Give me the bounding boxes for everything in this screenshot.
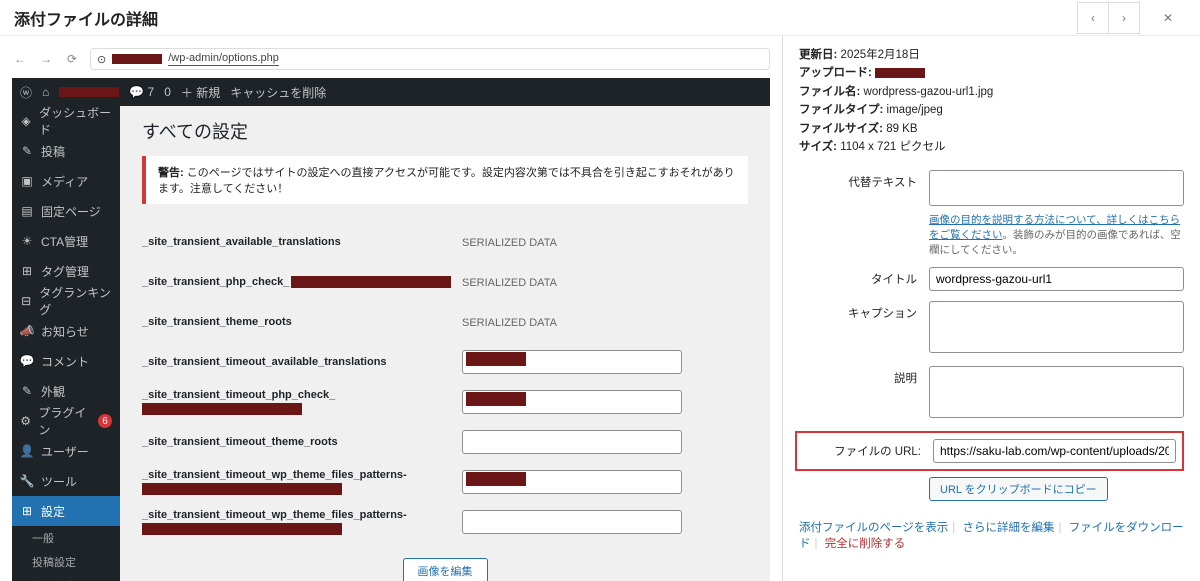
forward-icon[interactable]: → <box>38 52 54 66</box>
alt-hint: 画像の目的を説明する方法について、詳しくはこちらをご覧ください。装飾のみが目的の… <box>929 212 1184 257</box>
title-input[interactable] <box>929 267 1184 291</box>
site-info-icon: ⊙ <box>97 53 106 66</box>
page-title: すべての設定 <box>142 118 748 144</box>
cache-link[interactable]: キャッシュを削除 <box>230 84 326 101</box>
serialized-text: SERIALIZED DATA <box>462 237 557 249</box>
url-box[interactable]: ⊙ /wp-admin/options.php <box>90 48 770 70</box>
bulb-icon: ☀ <box>20 234 34 248</box>
warning-notice: 警告: このページではサイトの設定への直接アクセスが可能です。設定内容次第では不… <box>142 156 748 204</box>
pin-icon: ✎ <box>20 144 34 158</box>
new-link[interactable]: ＋ 新規 <box>181 84 220 101</box>
delete-link[interactable]: 完全に削除する <box>825 538 906 550</box>
option-label: _site_transient_timeout_php_check_ <box>142 389 462 415</box>
sidebar-item-tags[interactable]: ⊞タグ管理 <box>12 256 120 286</box>
tag-icon: ⊞ <box>20 264 34 278</box>
file-url-input[interactable] <box>933 439 1176 463</box>
sidebar-item-pages[interactable]: ▤固定ページ <box>12 196 120 226</box>
attachment-preview: ← → ⟳ ⊙ /wp-admin/options.php ⓦ ⌂ 💬 7 0 … <box>0 36 783 581</box>
option-row: _site_transient_timeout_theme_roots <box>142 422 748 462</box>
sidebar-item-tools[interactable]: 🔧ツール <box>12 466 120 496</box>
alt-label: 代替テキスト <box>799 170 929 257</box>
option-label: _site_transient_theme_roots <box>142 316 462 328</box>
sub-reading[interactable]: 表示設定 <box>12 574 120 581</box>
option-row: _site_transient_available_translationsSE… <box>142 222 748 262</box>
page-icon: ▤ <box>20 204 34 218</box>
wp-main: すべての設定 警告: このページではサイトの設定への直接アクセスが可能です。設定… <box>120 106 770 581</box>
next-button[interactable]: › <box>1108 2 1140 34</box>
wrench-icon: 🔧 <box>20 474 34 488</box>
sidebar-item-comments[interactable]: 💬コメント <box>12 346 120 376</box>
plugin-icon: ⚙ <box>20 414 31 428</box>
modal-title: 添付ファイルの詳細 <box>14 6 158 30</box>
sidebar-item-news[interactable]: 📣お知らせ <box>12 316 120 346</box>
desc-textarea[interactable] <box>929 366 1184 418</box>
option-label: _site_transient_timeout_wp_theme_files_p… <box>142 509 462 535</box>
option-input[interactable] <box>462 430 682 454</box>
file-url-row: ファイルの URL: <box>795 431 1184 471</box>
caption-label: キャプション <box>799 301 929 356</box>
option-row: _site_transient_timeout_available_transl… <box>142 342 748 382</box>
sub-writing[interactable]: 投稿設定 <box>12 550 120 574</box>
caption-textarea[interactable] <box>929 301 1184 353</box>
title-label: タイトル <box>799 267 929 291</box>
serialized-text: SERIALIZED DATA <box>462 317 557 329</box>
redacted-site <box>59 87 119 97</box>
alt-textarea[interactable] <box>929 170 1184 206</box>
sidebar-item-plugins[interactable]: ⚙プラグイン6 <box>12 406 120 436</box>
option-label: _site_transient_timeout_available_transl… <box>142 356 462 368</box>
option-label: _site_transient_php_check_ <box>142 276 462 288</box>
back-icon[interactable]: ← <box>12 52 28 66</box>
meta-block: 更新日: 2025年2月18日 アップロード: ファイル名: wordpress… <box>799 46 1184 156</box>
sidebar-item-posts[interactable]: ✎投稿 <box>12 136 120 166</box>
attachment-details: 更新日: 2025年2月18日 アップロード: ファイル名: wordpress… <box>783 36 1200 581</box>
serialized-text: SERIALIZED DATA <box>462 277 557 289</box>
sidebar-item-tagrank[interactable]: ⊟タグランキング <box>12 286 120 316</box>
prev-button[interactable]: ‹ <box>1077 2 1109 34</box>
option-row: _site_transient_timeout_wp_theme_files_p… <box>142 462 748 502</box>
brush-icon: ✎ <box>20 384 34 398</box>
rank-icon: ⊟ <box>20 294 32 308</box>
home-icon[interactable]: ⌂ <box>42 85 49 99</box>
url-path: /wp-admin/options.php <box>168 52 279 66</box>
edit-more-link[interactable]: さらに詳細を編集 <box>962 522 1054 534</box>
option-row: _site_transient_theme_rootsSERIALIZED DA… <box>142 302 748 342</box>
option-label: _site_transient_timeout_theme_roots <box>142 436 462 448</box>
dashboard-icon: ◈ <box>20 114 32 128</box>
sidebar-item-cta[interactable]: ☀CTA管理 <box>12 226 120 256</box>
close-button[interactable]: ✕ <box>1148 2 1188 34</box>
option-row: _site_transient_php_check_SERIALIZED DAT… <box>142 262 748 302</box>
wp-sidebar: ◈ダッシュボード ✎投稿 ▣メディア ▤固定ページ ☀CTA管理 ⊞タグ管理 ⊟… <box>12 106 120 581</box>
sidebar-item-users[interactable]: 👤ユーザー <box>12 436 120 466</box>
reload-icon[interactable]: ⟳ <box>64 52 80 66</box>
wp-logo-icon[interactable]: ⓦ <box>20 84 32 101</box>
option-row: _site_transient_timeout_php_check_ <box>142 382 748 422</box>
sidebar-item-appearance[interactable]: ✎外観 <box>12 376 120 406</box>
media-icon: ▣ <box>20 174 34 188</box>
megaphone-icon: 📣 <box>20 324 34 338</box>
browser-toolbar: ← → ⟳ ⊙ /wp-admin/options.php <box>0 44 782 74</box>
option-row: _site_transient_timeout_wp_theme_files_p… <box>142 502 748 542</box>
option-label: _site_transient_timeout_wp_theme_files_p… <box>142 469 462 495</box>
sidebar-item-dashboard[interactable]: ◈ダッシュボード <box>12 106 120 136</box>
url-label: ファイルの URL: <box>803 439 933 463</box>
desc-label: 説明 <box>799 366 929 421</box>
redacted-uploader <box>875 68 925 78</box>
edit-image-button[interactable]: 画像を編集 <box>403 558 488 581</box>
attachment-actions: 添付ファイルのページを表示| さらに詳細を編集| ファイルをダウンロード| 完全… <box>799 519 1184 551</box>
update-badge: 6 <box>98 414 112 428</box>
wp-admin-bar: ⓦ ⌂ 💬 7 0 ＋ 新規 キャッシュを削除 <box>12 78 770 106</box>
modal-nav: ‹ › ✕ <box>1078 2 1188 34</box>
sub-general[interactable]: 一般 <box>12 526 120 550</box>
settings-icon: ⊞ <box>20 504 34 518</box>
sidebar-item-settings[interactable]: ⊞設定 <box>12 496 120 526</box>
comments-icon[interactable]: 💬 7 <box>129 85 154 99</box>
user-icon: 👤 <box>20 444 34 458</box>
option-input[interactable] <box>462 510 682 534</box>
view-page-link[interactable]: 添付ファイルのページを表示 <box>799 522 948 534</box>
option-label: _site_transient_available_translations <box>142 236 462 248</box>
copy-url-button[interactable]: URL をクリップボードにコピー <box>929 477 1108 501</box>
sidebar-item-media[interactable]: ▣メディア <box>12 166 120 196</box>
comment-icon: 💬 <box>20 354 34 368</box>
redacted-host <box>112 54 162 64</box>
